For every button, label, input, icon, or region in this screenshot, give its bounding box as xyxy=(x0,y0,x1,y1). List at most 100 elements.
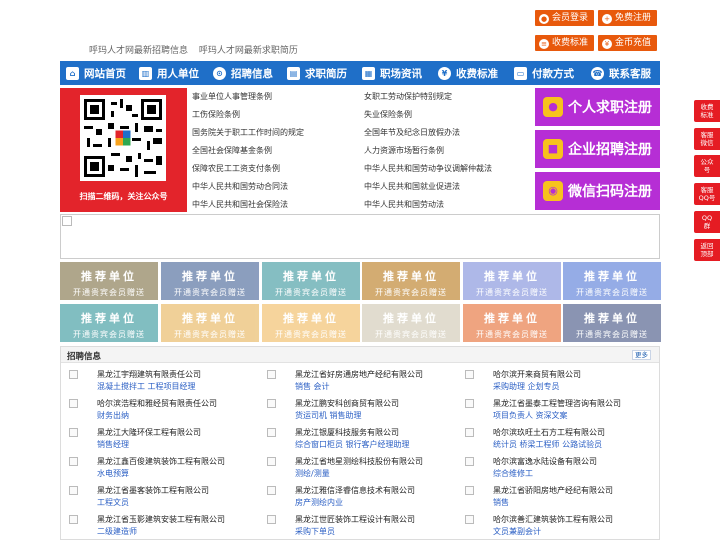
company-name-link[interactable]: 黑龙江宇翔建筑有限责任公司 xyxy=(97,369,201,380)
policy-link[interactable]: 人力资源市场暂行条例 xyxy=(364,145,444,156)
jobs-panel: 招聘信息 更多 黑龙江宇翔建筑有限责任公司 混凝土搅拌工 工程项目经理 哈尔滨浩程和… xyxy=(60,346,660,540)
nav-label: 职场资讯 xyxy=(380,67,422,80)
recommend-tile[interactable]: 推荐单位 开通贵宾会员赠送 xyxy=(262,262,360,300)
company-logo-icon xyxy=(69,399,78,408)
policy-link[interactable]: 中华人民共和国劳动法 xyxy=(364,199,444,210)
company-name-link[interactable]: 黑龙江省墨泰工程管理咨询有限公司 xyxy=(493,398,621,409)
nav-item-home[interactable]: ⌂ 网站首页 xyxy=(60,61,132,85)
policy-link[interactable]: 工伤保险条例 xyxy=(192,109,240,120)
company-name-link[interactable]: 黑龙江大隆环保工程有限公司 xyxy=(97,427,201,438)
side-service-qq[interactable]: 客服 QQ号 xyxy=(694,183,720,205)
policy-link[interactable]: 中华人民共和国就业促进法 xyxy=(364,181,460,192)
employer-register-button[interactable]: ■ 企业招聘注册 xyxy=(535,130,660,168)
policy-link[interactable]: 国务院关于职工工作时间的规定 xyxy=(192,127,304,138)
company-name-link[interactable]: 哈尔滨浩程和雅经贸有限责任公司 xyxy=(97,398,217,409)
side-back-to-top[interactable]: 返回 顶部 xyxy=(694,239,720,261)
nav-item-payment[interactable]: ▭ 付款方式 xyxy=(506,61,582,85)
nav-item-fees[interactable]: ¥ 收费标准 xyxy=(430,61,506,85)
job-positions-link[interactable]: 二级建造师 xyxy=(97,526,137,537)
recommend-tile[interactable]: 推荐单位 开通贵宾会员赠送 xyxy=(463,262,561,300)
coin-recharge-button[interactable]: ¥ 金币充值 xyxy=(598,35,658,51)
policy-link[interactable]: 女职工劳动保护特别规定 xyxy=(364,91,452,102)
job-listing: 黑龙江鹏安科创商贸有限公司 货运司机 销售助理 xyxy=(263,395,453,422)
company-name-link[interactable]: 黑龙江省玉影建筑安装工程有限公司 xyxy=(97,514,225,525)
recommend-tile-subtitle: 开通贵宾会员赠送 xyxy=(576,288,648,297)
company-name-link[interactable]: 黑龙江鹏安科创商贸有限公司 xyxy=(295,398,399,409)
job-positions-link[interactable]: 测绘/测量 xyxy=(295,468,330,479)
job-positions-link[interactable]: 混凝土搅拌工 工程项目经理 xyxy=(97,381,196,392)
recommend-tile[interactable]: 推荐单位 开通贵宾会员赠送 xyxy=(563,304,661,342)
job-positions-link[interactable]: 综合维修工 xyxy=(493,468,533,479)
policy-link[interactable]: 中华人民共和国社会保险法 xyxy=(192,199,288,210)
company-name-link[interactable]: 哈尔滨玖旺土石方工程有限公司 xyxy=(493,427,605,438)
job-positions-link[interactable]: 工程文员 xyxy=(97,497,129,508)
free-register-button[interactable]: + 免费注册 xyxy=(598,10,658,26)
company-name-link[interactable]: 黑龙江世匠装饰工程设计有限公司 xyxy=(295,514,415,525)
recommend-tile[interactable]: 推荐单位 开通贵宾会员赠送 xyxy=(362,304,460,342)
policy-link[interactable]: 全国年节及纪念日放假办法 xyxy=(364,127,460,138)
company-name-link[interactable]: 哈尔滨开来商贸有限公司 xyxy=(493,369,581,380)
fee-standard-button[interactable]: ≡ 收费标准 xyxy=(535,35,595,51)
job-positions-link[interactable]: 采购下单员 xyxy=(295,526,335,537)
list-icon: ≡ xyxy=(539,39,549,49)
recommend-tile[interactable]: 推荐单位 开通贵宾会员赠送 xyxy=(60,304,158,342)
job-positions-link[interactable]: 文员兼副会计 xyxy=(493,526,541,537)
policy-link[interactable]: 保障农民工工资支付条例 xyxy=(192,163,280,174)
side-official-account[interactable]: 公众号 xyxy=(694,155,720,177)
recommend-tile[interactable]: 推荐单位 开通贵宾会员赠送 xyxy=(60,262,158,300)
job-positions-link[interactable]: 统计员 桥梁工程师 公路试验员 xyxy=(493,439,602,450)
policy-link[interactable]: 全国社会保障基金条例 xyxy=(192,145,272,156)
nav-item-news[interactable]: ▦ 职场资讯 xyxy=(354,61,430,85)
policy-link[interactable]: 失业保险条例 xyxy=(364,109,412,120)
policy-link[interactable]: 事业单位人事管理条例 xyxy=(192,91,272,102)
recommend-tile[interactable]: 推荐单位 开通贵宾会员赠送 xyxy=(161,262,259,300)
member-login-button[interactable]: ● 会员登录 xyxy=(535,10,595,26)
recommend-tile[interactable]: 推荐单位 开通贵宾会员赠送 xyxy=(563,262,661,300)
ad-banner[interactable] xyxy=(60,214,660,259)
side-fee-standard[interactable]: 收费 标准 xyxy=(694,100,720,122)
job-positions-link[interactable]: 水电预算 xyxy=(97,468,129,479)
job-positions-link[interactable]: 财务出纳 xyxy=(97,410,129,421)
job-listing: 黑龙江省墨泰工程管理咨询有限公司 项目负责人 资深文案 xyxy=(461,395,651,422)
job-positions-link[interactable]: 销售 会计 xyxy=(295,381,330,392)
side-qq-group[interactable]: QQ 群 xyxy=(694,211,720,233)
header-link-latest-jobs[interactable]: 呼玛人才网最新招聘信息 xyxy=(89,46,188,56)
company-name-link[interactable]: 黑龙江鑫百俊建筑装饰工程有限公司 xyxy=(97,456,225,467)
job-listing: 黑龙江省墨客装饰工程有限公司 工程文员 xyxy=(65,482,255,509)
company-logo-icon xyxy=(465,370,474,379)
nav-item-jobs[interactable]: ⊙ 招聘信息 xyxy=(206,61,280,85)
seeker-register-button[interactable]: ● 个人求职注册 xyxy=(535,88,660,126)
recommend-tile[interactable]: 推荐单位 开通贵宾会员赠送 xyxy=(463,304,561,342)
nav-item-resumes[interactable]: ▤ 求职简历 xyxy=(280,61,354,85)
recommend-tile[interactable]: 推荐单位 开通贵宾会员赠送 xyxy=(262,304,360,342)
company-name-link[interactable]: 黑龙江省好房通房地产经纪有限公司 xyxy=(295,369,423,380)
job-positions-link[interactable]: 项目负责人 资深文案 xyxy=(493,410,568,421)
company-name-link[interactable]: 黑龙江省骄阳房地产经纪有限公司 xyxy=(493,485,613,496)
policy-link[interactable]: 中华人民共和国劳动争议调解仲裁法 xyxy=(364,163,492,174)
nav-item-employers[interactable]: ▥ 用人单位 xyxy=(132,61,206,85)
job-positions-link[interactable]: 销售 xyxy=(493,497,509,508)
company-name-link[interactable]: 黑龙江雅信泽睿信息技术有限公司 xyxy=(295,485,415,496)
job-positions-link[interactable]: 采购助理 企划专员 xyxy=(493,381,560,392)
header-link-latest-resumes[interactable]: 呼玛人才网最新求职简历 xyxy=(199,46,298,56)
job-positions-link[interactable]: 综合窗口柜员 银行客户经理助理 xyxy=(295,439,410,450)
nav-item-contact[interactable]: ☎ 联系客服 xyxy=(582,61,660,85)
wechat-register-button[interactable]: ◉ 微信扫码注册 xyxy=(535,172,660,210)
recommend-tile-title: 推荐单位 xyxy=(484,312,540,325)
recommend-tile[interactable]: 推荐单位 开通贵宾会员赠送 xyxy=(362,262,460,300)
company-name-link[interactable]: 哈尔滨善汇建筑装饰工程有限公司 xyxy=(493,514,613,525)
nav-label: 招聘信息 xyxy=(231,67,273,80)
side-service-wechat[interactable]: 客服 微信 xyxy=(694,128,720,150)
company-name-link[interactable]: 哈尔滨富逸水陆设备有限公司 xyxy=(493,456,597,467)
company-name-link[interactable]: 黑龙江省墨客装饰工程有限公司 xyxy=(97,485,209,496)
nav-label: 网站首页 xyxy=(84,67,126,80)
jobs-more-link[interactable]: 更多 xyxy=(632,350,651,360)
recommend-tile[interactable]: 推荐单位 开通贵宾会员赠送 xyxy=(161,304,259,342)
job-positions-link[interactable]: 房产测绘内业 xyxy=(295,497,343,508)
job-positions-link[interactable]: 销售经理 xyxy=(97,439,129,450)
company-name-link[interactable]: 黑龙江银厦科技服务有限公司 xyxy=(295,427,399,438)
recommend-tile-subtitle: 开通贵宾会员赠送 xyxy=(73,330,145,339)
company-name-link[interactable]: 黑龙江省地星测绘科技股份有限公司 xyxy=(295,456,423,467)
job-positions-link[interactable]: 货运司机 销售助理 xyxy=(295,410,362,421)
policy-link[interactable]: 中华人民共和国劳动合同法 xyxy=(192,181,288,192)
